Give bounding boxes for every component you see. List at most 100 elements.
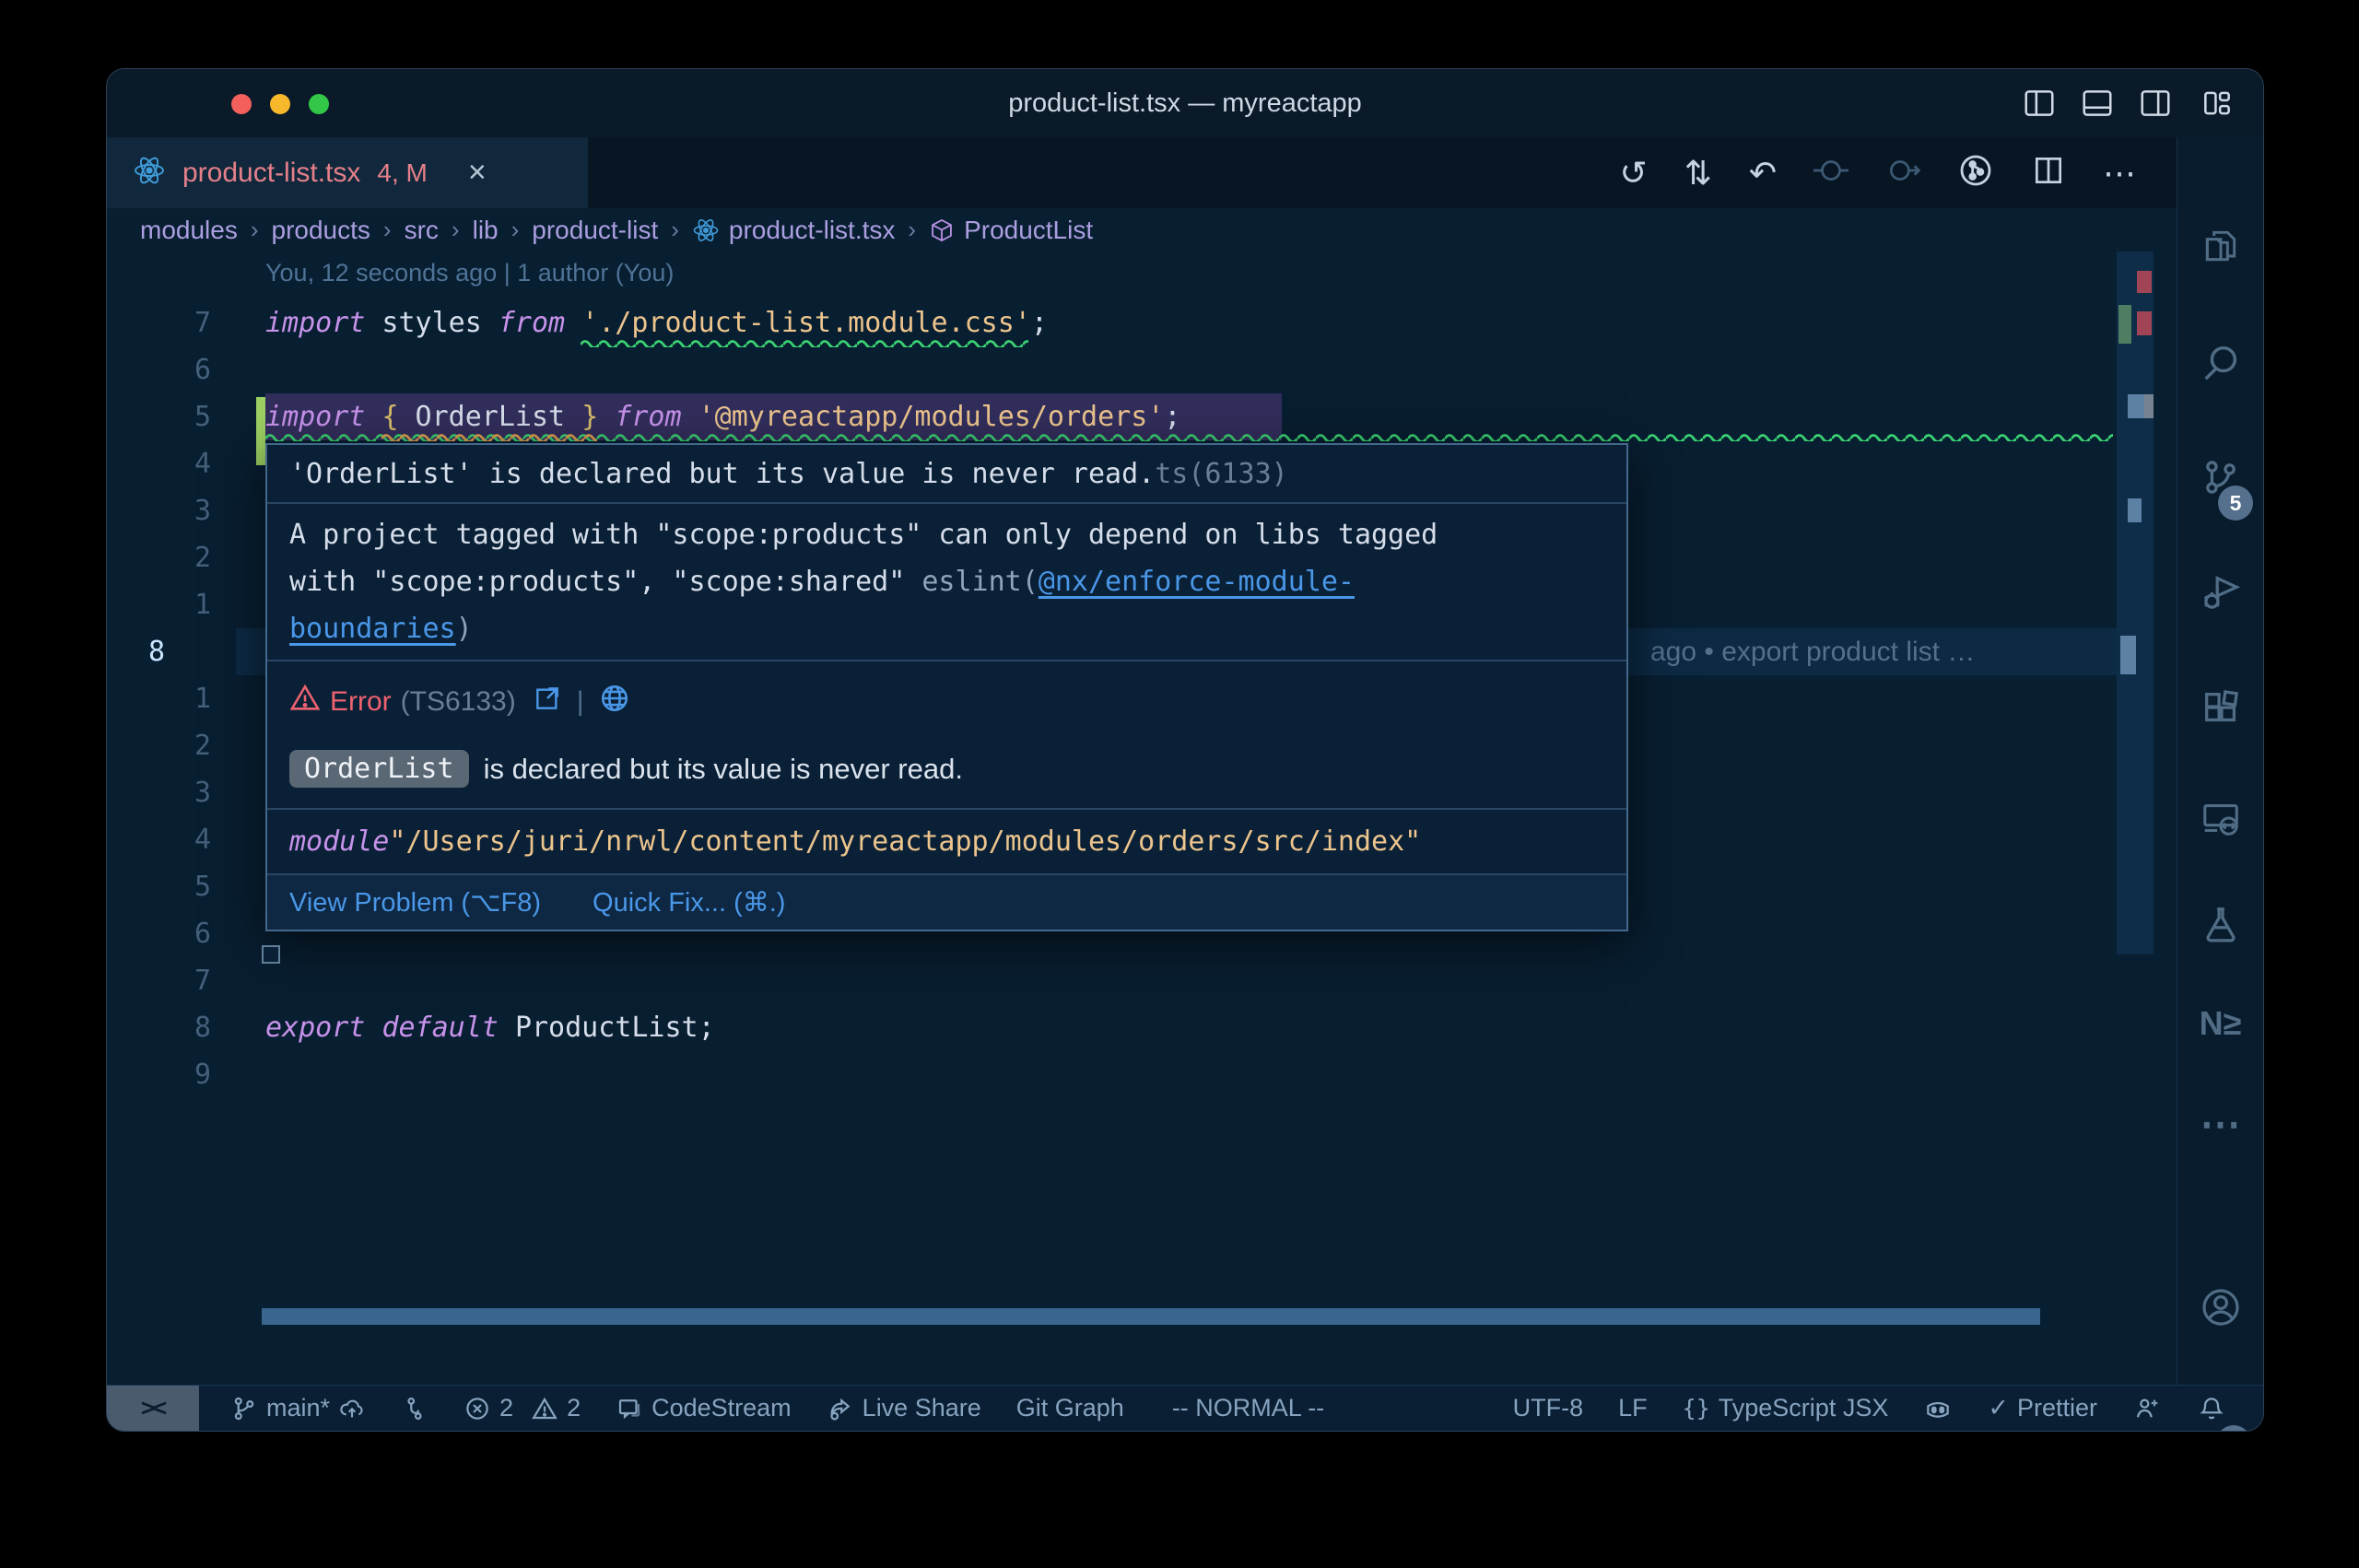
tab-label: product-list.tsx [182,158,360,189]
previous-change-icon[interactable] [1813,153,1848,193]
toggle-secondary-sidebar-icon[interactable] [2138,86,2173,121]
git-graph-status-item[interactable]: Git Graph [1016,1394,1124,1422]
gitlens-authors-codelens[interactable]: You, 12 seconds ago | 1 author (You) [265,259,674,287]
view-problem-link[interactable]: View Problem (⌥F8) [289,886,541,919]
line-number: 3 [107,487,211,534]
tab-product-list[interactable]: product-list.tsx 4, M × [107,137,588,208]
accounts-icon[interactable] [2177,1285,2263,1329]
codestream-status-item[interactable]: CodeStream [616,1394,792,1422]
titlebar: product-list.tsx — myreactapp [107,69,2263,137]
code-token: } [581,401,598,433]
line-number: 4 [107,816,211,863]
vim-mode-indicator: -- NORMAL -- [1172,1394,1324,1422]
language-status-item[interactable]: {} TypeScript JSX [1683,1394,1889,1422]
code-token: { [381,401,398,433]
chip-message: is declared but its value is never read. [484,753,963,786]
activity-remote-explorer-icon[interactable] [2177,797,2263,839]
react-icon [133,154,166,192]
ruler-thumb[interactable] [2128,394,2144,418]
remote-indicator[interactable]: >< [107,1386,199,1431]
hover-text-line: with "scope:products", "scope:shared" es… [289,558,1604,605]
code-token: ts(6133) [1155,458,1288,490]
breadcrumb-item-products[interactable]: products [272,216,370,245]
chevron-right-icon: › [251,216,259,244]
activity-more-icon[interactable]: ⋯ [2177,1101,2263,1148]
check-icon: ✓ [1988,1394,2009,1422]
code-token[interactable]: @nx/enforce-module- [1039,566,1355,598]
encoding-status-item[interactable]: UTF-8 [1513,1394,1584,1422]
activity-run-debug-icon[interactable] [2177,571,2263,614]
next-change-icon[interactable] [1885,153,1920,193]
code-token: "/Users/juri/nrwl/content/myreactapp/mod… [389,825,1421,858]
line-number: 9 [107,1051,211,1098]
activity-explorer-icon[interactable] [2177,226,2263,266]
toggle-panel-icon[interactable] [2080,86,2115,121]
error-count-icon [464,1395,491,1422]
cloud-upload-icon [338,1395,366,1422]
copilot-status-icon[interactable] [1923,1394,1953,1423]
code-token: styles [365,307,499,339]
commit-graph-status-item[interactable] [401,1395,428,1422]
code-token: with "scope:products", "scope:shared" [289,566,921,598]
ruler-cursor-mark [2120,636,2136,674]
tab-problems-modified-badge: 4, M [377,158,427,188]
compare-icon[interactable]: ⇅ [1684,157,1712,190]
chevron-right-icon: › [671,216,679,244]
close-tab-icon[interactable]: × [468,155,487,191]
line-number: 1 [107,581,211,628]
customize-layout-icon[interactable] [2200,86,2235,121]
toggle-primary-sidebar-icon[interactable] [2022,86,2057,121]
braces-icon: {} [1683,1395,1710,1422]
ruler-cursor-mark [2128,498,2142,522]
prettier-label: Prettier [2017,1394,2097,1422]
more-actions-icon[interactable]: ⋯ [2103,157,2136,190]
hover-text-line: A project tagged with "scope:products" c… [289,511,1604,558]
line-number: 1 [107,675,211,722]
breadcrumb-item-lib[interactable]: lib [473,216,499,245]
hover-error-status: Error (TS6133) | OrderList [267,661,1626,810]
breadcrumb-item-productlist[interactable]: ProductList [929,216,1093,245]
code-token: from [615,401,681,433]
problems-status-item[interactable]: 2 2 [464,1394,581,1422]
editor[interactable]: You, 12 seconds ago | 1 author (You) 765… [107,252,2177,1386]
scm-badge: 5 [2218,486,2253,521]
line-number: 6 [107,346,211,393]
chevron-right-icon: › [452,216,460,244]
code-line[interactable]: export default ProductList; [265,1004,715,1051]
code-token[interactable]: boundaries [289,613,456,645]
notifications-bell-icon[interactable] [2197,1394,2226,1423]
activity-extensions-icon[interactable] [2177,686,2263,729]
feedback-icon[interactable] [2132,1394,2162,1423]
code-token: import [265,401,365,433]
activity-nx-console-icon[interactable]: N≥ [2177,1004,2263,1043]
live-share-status-item[interactable]: Live Share [827,1394,981,1422]
globe-icon[interactable] [599,683,630,721]
breadcrumb-item-src[interactable]: src [405,216,439,245]
breadcrumb-item-modules[interactable]: modules [140,216,238,245]
activity-search-icon[interactable] [2177,341,2263,383]
code-token [682,401,698,433]
horizontal-scrollbar[interactable] [262,1308,2040,1325]
hover-ts-message: 'OrderList' is declared but its value is… [267,445,1626,504]
git-graph-view-icon[interactable] [1957,152,1994,193]
breadcrumb-item-product-list[interactable]: product-list [532,216,658,245]
file-history-icon[interactable]: ↺ [1620,157,1648,190]
split-editor-icon[interactable] [2031,153,2066,193]
branch-status-item[interactable]: main* [230,1394,366,1422]
separator: | [577,686,584,718]
code-token: ; [1031,307,1048,339]
prettier-status-item[interactable]: ✓ Prettier [1988,1394,2097,1422]
line-number: 7 [107,299,211,346]
open-docs-external-icon[interactable] [533,684,562,720]
code-token [365,1012,381,1044]
breadcrumb-item-product-list-tsx[interactable]: product-list.tsx [692,216,896,245]
overview-ruler[interactable] [2117,252,2154,954]
activity-testing-icon[interactable] [2177,903,2263,945]
code-token: eslint( [921,566,1038,598]
line-number: 8 [107,1004,211,1051]
eol-status-item[interactable]: LF [1618,1394,1648,1422]
popup-resize-grip[interactable] [262,945,280,964]
discard-changes-icon[interactable]: ↶ [1749,157,1777,190]
quick-fix-link[interactable]: Quick Fix... (⌘.) [593,886,785,919]
editor-toolbar: ↺ ⇅ ↶ ⋯ [1620,137,2177,208]
